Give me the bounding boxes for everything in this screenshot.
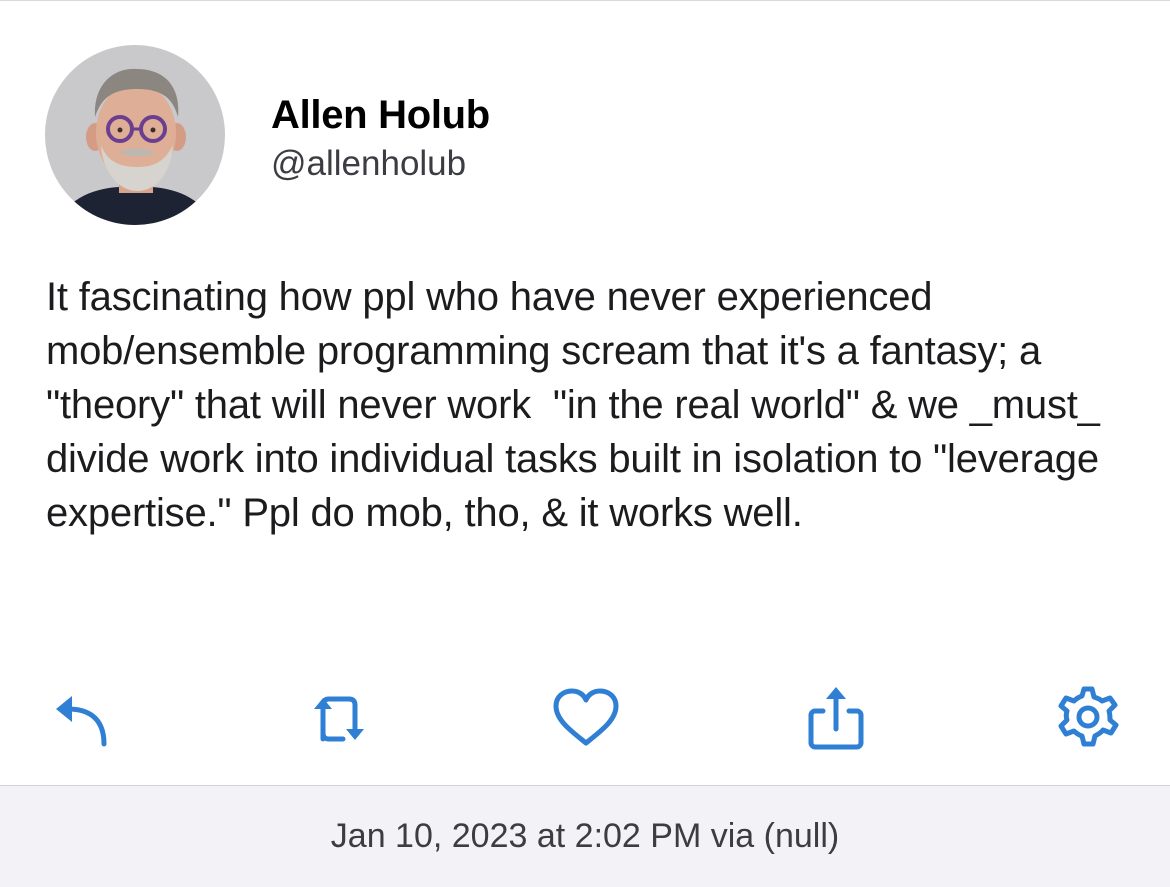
avatar-photo [45,45,225,225]
author-display-name[interactable]: Allen Holub [271,89,490,141]
like-button[interactable] [551,683,621,753]
retweet-icon [314,696,364,742]
retweet-button[interactable] [301,683,371,753]
avatar[interactable] [45,45,225,225]
reply-icon [56,696,107,747]
gear-icon [1058,686,1119,747]
reply-button[interactable] [45,683,115,753]
tweet-text: It fascinating how ppl who have never ex… [46,275,1111,535]
share-button[interactable] [801,683,871,753]
settings-button[interactable] [1053,683,1123,753]
author-handle[interactable]: @allenholub [271,141,466,187]
top-divider [0,0,1170,1]
tweet-footer: Jan 10, 2023 at 2:02 PM via (null) [0,785,1170,887]
share-icon [808,687,864,750]
tweet-timestamp: Jan 10, 2023 at 2:02 PM via (null) [330,817,840,855]
heart-icon [553,688,619,746]
